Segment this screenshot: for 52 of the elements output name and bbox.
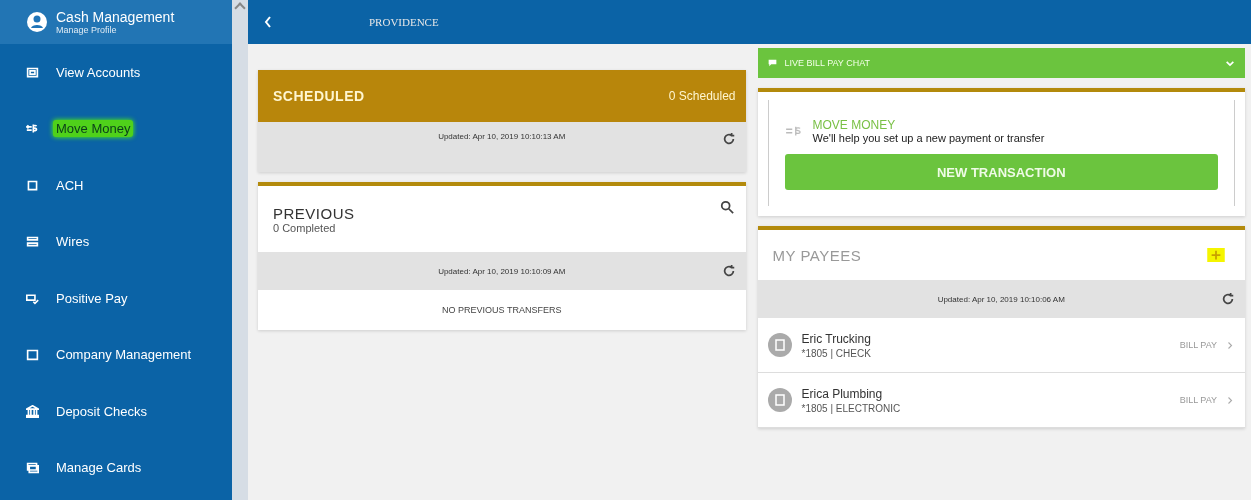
scheduled-count: 0 Scheduled <box>668 89 736 103</box>
app-title: Cash Management <box>56 9 175 25</box>
updated-timestamp: Updated: Apr 10, 2019 10:10:13 AM <box>438 132 566 141</box>
refresh-icon[interactable] <box>721 132 736 146</box>
logo: PROVIDENCE <box>369 16 439 28</box>
payee-name: Erica Plumbing <box>801 386 884 401</box>
move-money-title: MOVE MONEY <box>812 118 897 132</box>
payee-row[interactable]: Eric Trucking *1805 | CHECK BILL PAY <box>757 318 1245 373</box>
refresh-icon[interactable] <box>1221 292 1235 306</box>
menu-item-icon[interactable] <box>26 348 39 362</box>
updated-timestamp: Updated: Apr 10, 2019 10:10:06 AM <box>937 294 1065 304</box>
sidebar-item[interactable]: ACH <box>53 176 87 194</box>
menu-item-icon[interactable] <box>26 461 39 475</box>
sidebar-item[interactable]: Manage Cards <box>53 459 145 477</box>
updated-timestamp: Updated: Apr 10, 2019 10:10:09 AM <box>438 266 566 276</box>
sidebar-item[interactable]: View Accounts <box>53 63 144 81</box>
sidebar-item[interactable]: Wires <box>53 233 93 251</box>
section-title: PREVIOUS <box>273 204 355 222</box>
payee-account: *1805 | ELECTRONIC <box>801 402 902 414</box>
section-title: SCHEDULED <box>273 88 365 104</box>
sidebar-item[interactable]: Deposit Checks <box>53 402 151 420</box>
chevron-down-icon <box>1225 59 1235 67</box>
section-title: MY PAYEES <box>772 246 862 264</box>
menu-item-icon[interactable] <box>26 291 39 305</box>
menu-item-icon[interactable] <box>26 65 39 79</box>
move-money-description: We'll help you set up a new payment or transfer <box>812 132 1045 144</box>
payee-name: Eric Trucking <box>801 331 872 346</box>
chevron-right-icon <box>1227 395 1233 405</box>
menu-item-icon[interactable] <box>26 122 39 136</box>
completed-count: 0 Completed <box>273 221 337 234</box>
money-transfer-icon <box>784 124 803 138</box>
sidebar-item[interactable]: Positive Pay <box>53 289 131 307</box>
payee-icon <box>767 333 792 357</box>
payee-action: BILL PAY <box>1179 340 1217 350</box>
payee-account: *1805 | CHECK <box>801 347 872 359</box>
scrollbar[interactable] <box>232 0 248 500</box>
empty-message: NO PREVIOUS TRANSFERS <box>441 304 563 317</box>
refresh-icon[interactable] <box>721 264 736 278</box>
search-icon[interactable] <box>719 200 734 214</box>
menu-item-icon[interactable] <box>26 235 39 249</box>
sidebar-item[interactable]: Move Money <box>53 120 134 138</box>
payee-action: BILL PAY <box>1179 395 1217 405</box>
menu-item-icon[interactable] <box>26 178 39 192</box>
menu-item-icon[interactable] <box>26 404 39 418</box>
payee-row[interactable]: Erica Plumbing *1805 | ELECTRONIC BILL PAY <box>757 373 1245 428</box>
chat-bubble-icon <box>767 59 777 67</box>
sidebar-item[interactable]: Company Management <box>53 346 195 364</box>
back-icon[interactable] <box>263 15 273 29</box>
user-avatar-icon <box>26 11 48 33</box>
payee-icon <box>767 388 792 412</box>
manage-profile-link[interactable]: Manage Profile <box>56 25 175 35</box>
chevron-right-icon <box>1227 340 1233 350</box>
